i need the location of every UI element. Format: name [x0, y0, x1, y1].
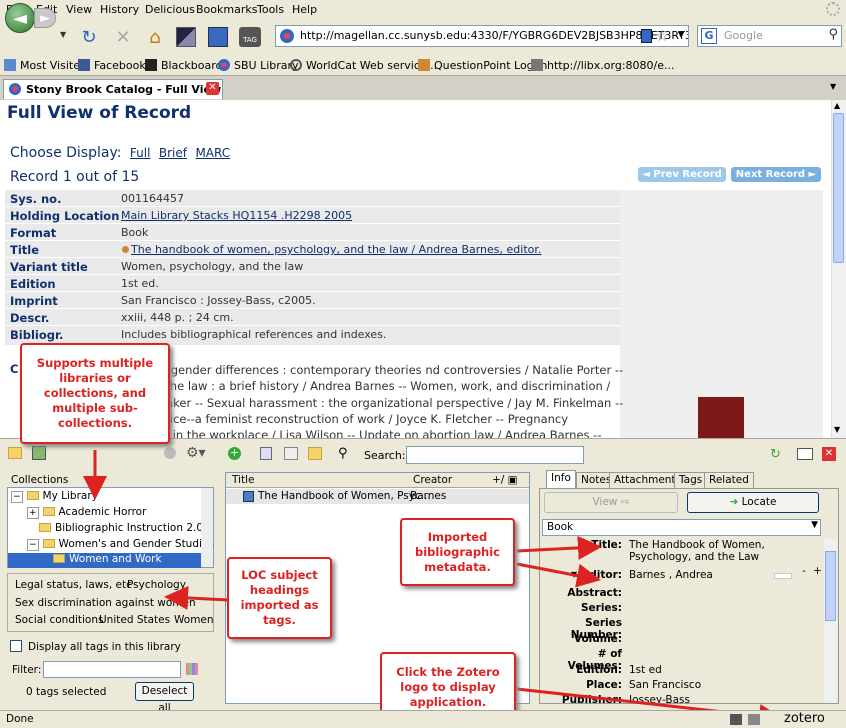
status-bar: Done zotero — [0, 710, 846, 728]
arrow-to-title — [516, 535, 602, 560]
status-addon-icon[interactable] — [730, 714, 742, 725]
zotero-logo-button[interactable]: zotero — [784, 711, 825, 726]
callout-metadata: Imported bibliographic metadata. — [400, 518, 515, 586]
arrow-to-editor — [516, 562, 601, 588]
status-text: Done — [6, 713, 34, 725]
status-addon-icon-2[interactable] — [748, 714, 760, 725]
arrow-to-tags — [164, 585, 229, 610]
callout-tags: LOC subject headings imported as tags. — [227, 557, 332, 639]
callout-collections: Supports multiple libraries or collectio… — [20, 343, 170, 444]
